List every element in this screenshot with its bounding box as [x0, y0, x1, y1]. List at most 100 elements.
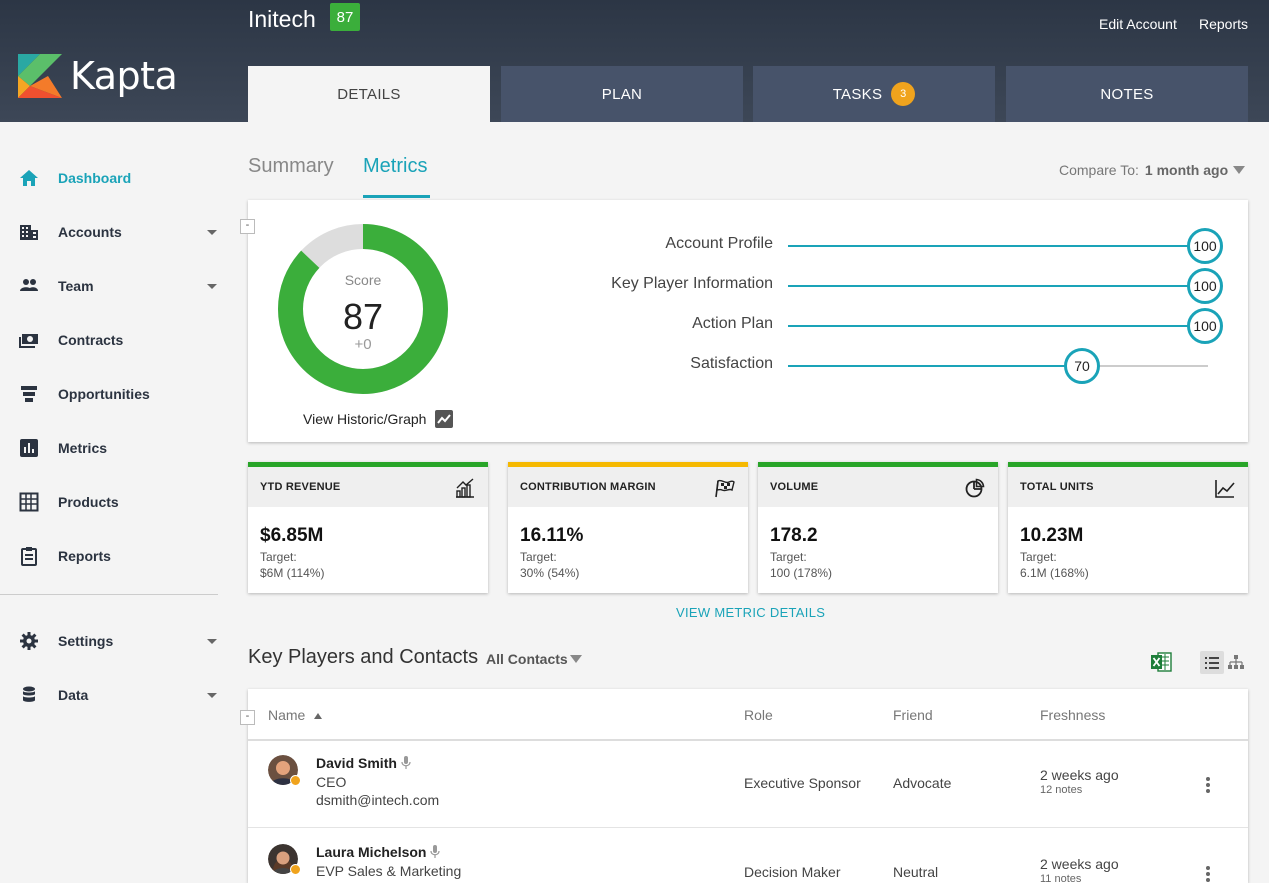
contact-notes-count[interactable]: 11 notes [1040, 873, 1081, 883]
sidebar-item-label: Reports [58, 548, 111, 564]
kpi-target-label: Target: [1020, 550, 1057, 564]
kpi-card-ytd-revenue[interactable]: YTD REVENUE $6.85M Target: $6M (114%) [248, 462, 488, 593]
sidebar-item-label: Products [58, 494, 119, 510]
tab-label: TASKS [832, 85, 883, 103]
contact-role: Decision Maker [744, 864, 841, 880]
chevron-down-icon[interactable] [207, 692, 217, 698]
key-player-star-badge [290, 775, 301, 786]
account-score-badge: 87 [330, 3, 360, 31]
contact-friend: Advocate [893, 775, 952, 791]
clipboard-icon [18, 545, 40, 567]
edit-account-link[interactable]: Edit Account [1099, 16, 1177, 32]
kpi-title: VOLUME [770, 481, 819, 493]
contact-freshness: 2 weeks ago [1040, 856, 1119, 872]
contact-name[interactable]: Laura Michelson [316, 844, 426, 860]
kpi-target-label: Target: [770, 550, 807, 564]
metric-track [788, 365, 1208, 367]
microphone-icon[interactable] [430, 845, 440, 859]
sidebar-item-label: Team [58, 278, 94, 294]
reports-link[interactable]: Reports [1199, 16, 1248, 32]
chevron-down-icon[interactable] [207, 283, 217, 289]
collapse-toggle[interactable]: - [240, 710, 255, 725]
gear-icon [18, 630, 40, 652]
sidebar-item-products[interactable]: Products [0, 482, 230, 522]
key-player-star-badge [290, 864, 301, 875]
tab-tasks[interactable]: TASKS 3 [753, 66, 995, 122]
metric-knob[interactable]: 100 [1187, 268, 1223, 304]
subtab-summary[interactable]: Summary [248, 155, 334, 178]
kpi-card-contribution-margin[interactable]: CONTRIBUTION MARGIN 16.11% Target: 30% (… [508, 462, 748, 593]
metric-knob[interactable]: 70 [1064, 348, 1100, 384]
view-metric-details-link[interactable]: VIEW METRIC DETAILS [676, 605, 825, 620]
pie-icon [965, 478, 985, 498]
tab-plan[interactable]: PLAN [501, 66, 743, 122]
sidebar-item-label: Opportunities [58, 386, 150, 402]
org-chart-icon[interactable] [1228, 654, 1244, 670]
grid-icon [18, 491, 40, 513]
more-options-icon[interactable] [1206, 777, 1210, 793]
chevron-down-icon[interactable] [570, 655, 582, 663]
kapta-logo[interactable]: Kapta [18, 54, 178, 98]
column-header-friend[interactable]: Friend [893, 707, 933, 723]
people-icon [18, 275, 40, 297]
metric-fill [788, 285, 1208, 287]
view-historic-link[interactable]: View Historic/Graph [303, 410, 454, 428]
contact-email[interactable]: dsmith@intech.com [316, 792, 439, 808]
sidebar-item-data[interactable]: Data [0, 675, 230, 715]
collapse-toggle[interactable]: - [240, 219, 255, 234]
score-value: 87 [342, 296, 384, 337]
metric-fill [788, 325, 1208, 327]
tab-notes[interactable]: NOTES [1006, 66, 1248, 122]
logo-text: Kapta [70, 54, 178, 98]
kpi-value: 178.2 [770, 525, 818, 546]
tasks-count-badge: 3 [891, 82, 916, 106]
chevron-down-icon[interactable] [207, 638, 217, 644]
metric-knob[interactable]: 100 [1187, 228, 1223, 264]
flag-icon [715, 479, 735, 498]
sidebar-item-label: Dashboard [58, 170, 132, 186]
column-header-name[interactable]: Name [268, 707, 323, 723]
sidebar-item-contracts[interactable]: Contracts [0, 320, 230, 360]
kpi-target-value: 6.1M (168%) [1020, 566, 1089, 580]
more-options-icon[interactable] [1206, 866, 1210, 882]
sidebar-item-dashboard[interactable]: Dashboard [0, 158, 230, 198]
building-icon [18, 221, 40, 243]
metric-knob[interactable]: 100 [1187, 308, 1223, 344]
kpi-target-value: $6M (114%) [260, 566, 325, 580]
sidebar-item-metrics[interactable]: Metrics [0, 428, 230, 468]
sidebar-item-reports[interactable]: Reports [0, 536, 230, 576]
tab-label: DETAILS [337, 85, 401, 103]
compare-to-dropdown[interactable]: Compare To: 1 month ago [1059, 162, 1228, 178]
excel-export-icon[interactable] [1150, 651, 1172, 673]
bar-growth-icon [456, 478, 474, 498]
list-view-toggle[interactable] [1200, 651, 1224, 674]
key-players-title: Key Players and Contacts [248, 646, 479, 668]
contact-friend: Neutral [893, 864, 939, 880]
column-header-role[interactable]: Role [744, 707, 773, 723]
tab-label: PLAN [601, 85, 643, 103]
active-subtab-indicator [363, 195, 430, 198]
sidebar-item-team[interactable]: Team [0, 266, 230, 306]
tab-details[interactable]: DETAILS [248, 66, 490, 122]
contacts-filter-dropdown[interactable]: All Contacts [486, 651, 568, 667]
money-icon [18, 329, 40, 351]
line-chart-icon [1215, 480, 1235, 498]
subtab-metrics[interactable]: Metrics [363, 155, 427, 178]
sidebar-item-opportunities[interactable]: Opportunities [0, 374, 230, 414]
chevron-down-icon[interactable] [207, 229, 217, 235]
chevron-down-icon[interactable] [1233, 166, 1245, 174]
kpi-title: YTD REVENUE [260, 481, 341, 493]
contact-name[interactable]: David Smith [316, 755, 397, 771]
sidebar-item-settings[interactable]: Settings [0, 621, 230, 661]
sidebar-divider [0, 594, 218, 595]
kpi-value: 16.11% [520, 525, 584, 546]
kpi-card-volume[interactable]: VOLUME 178.2 Target: 100 (178%) [758, 462, 998, 593]
kpi-target-value: 30% (54%) [520, 566, 580, 580]
column-header-freshness[interactable]: Freshness [1040, 707, 1105, 723]
contact-title: CEO [316, 774, 347, 790]
microphone-icon[interactable] [401, 756, 411, 770]
sidebar-item-accounts[interactable]: Accounts [0, 212, 230, 252]
contact-notes-count[interactable]: 12 notes [1040, 784, 1082, 796]
kpi-card-total-units[interactable]: TOTAL UNITS 10.23M Target: 6.1M (168%) [1008, 462, 1248, 593]
home-icon [18, 167, 40, 189]
